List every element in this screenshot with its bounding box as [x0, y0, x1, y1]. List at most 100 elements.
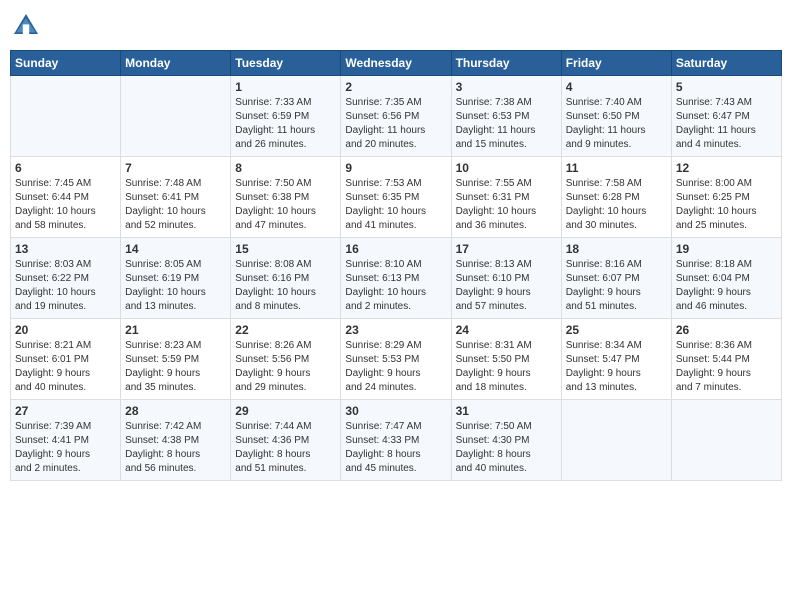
- cell-content: Sunrise: 7:42 AM Sunset: 4:38 PM Dayligh…: [125, 420, 226, 476]
- week-row-2: 6 Sunrise: 7:45 AM Sunset: 6:44 PM Daylig…: [11, 157, 782, 238]
- calendar-cell: 19Sunrise: 8:18 AM Sunset: 6:04 PM Dayli…: [671, 238, 781, 319]
- header-day-friday: Friday: [561, 51, 671, 76]
- day-number: 22: [235, 323, 336, 337]
- calendar-body: 1Sunrise: 7:33 AM Sunset: 6:59 PM Daylig…: [11, 76, 782, 481]
- day-number: 19: [676, 242, 777, 256]
- day-number: 30: [345, 404, 446, 418]
- day-number: 28: [125, 404, 226, 418]
- day-number: 7: [125, 161, 226, 175]
- cell-content: Sunrise: 8:34 AM Sunset: 5:47 PM Dayligh…: [566, 339, 667, 395]
- cell-content: Sunrise: 7:39 AM Sunset: 4:41 PM Dayligh…: [15, 420, 116, 476]
- day-number: 15: [235, 242, 336, 256]
- calendar-cell: 12 Sunrise: 8:00 AM Sunset: 6:25 PM Dayli…: [671, 157, 781, 238]
- cell-content: Sunrise: 8:05 AM Sunset: 6:19 PM Dayligh…: [125, 258, 226, 314]
- day-number: 6: [15, 161, 116, 175]
- header-row: SundayMondayTuesdayWednesdayThursdayFrid…: [11, 51, 782, 76]
- calendar-cell: 7 Sunrise: 7:48 AM Sunset: 6:41 PM Daylig…: [121, 157, 231, 238]
- day-number: 1: [235, 80, 336, 94]
- cell-content: Sunrise: 7:58 AM Sunset: 6:28 PM Dayligh…: [566, 177, 667, 233]
- calendar-cell: 8 Sunrise: 7:50 AM Sunset: 6:38 PM Daylig…: [231, 157, 341, 238]
- calendar-header: SundayMondayTuesdayWednesdayThursdayFrid…: [11, 51, 782, 76]
- calendar-cell: 20 Sunrise: 8:21 AM Sunset: 6:01 PM Dayli…: [11, 319, 121, 400]
- day-number: 18: [566, 242, 667, 256]
- calendar-cell: [561, 400, 671, 481]
- day-number: 14: [125, 242, 226, 256]
- day-number: 11: [566, 161, 667, 175]
- header-day-sunday: Sunday: [11, 51, 121, 76]
- calendar-cell: 23 Sunrise: 8:29 AM Sunset: 5:53 PM Dayli…: [341, 319, 451, 400]
- calendar-cell: [11, 76, 121, 157]
- day-number: 12: [676, 161, 777, 175]
- day-number: 3: [456, 80, 557, 94]
- cell-content: Sunrise: 8:29 AM Sunset: 5:53 PM Dayligh…: [345, 339, 446, 395]
- cell-content: Sunrise: 7:55 AM Sunset: 6:31 PM Dayligh…: [456, 177, 557, 233]
- calendar-cell: 26 Sunrise: 8:36 AM Sunset: 5:44 PM Dayli…: [671, 319, 781, 400]
- calendar-cell: 27 Sunrise: 7:39 AM Sunset: 4:41 PM Dayli…: [11, 400, 121, 481]
- page-header: [10, 10, 782, 42]
- cell-content: Sunrise: 7:38 AM Sunset: 6:53 PM Dayligh…: [456, 96, 557, 152]
- cell-content: Sunrise: 8:31 AM Sunset: 5:50 PM Dayligh…: [456, 339, 557, 395]
- calendar-cell: 4 Sunrise: 7:40 AM Sunset: 6:50 PM Daylig…: [561, 76, 671, 157]
- calendar-cell: 1Sunrise: 7:33 AM Sunset: 6:59 PM Daylig…: [231, 76, 341, 157]
- week-row-3: 13Sunrise: 8:03 AM Sunset: 6:22 PM Dayli…: [11, 238, 782, 319]
- calendar-cell: 31Sunrise: 7:50 AM Sunset: 4:30 PM Dayli…: [451, 400, 561, 481]
- cell-content: Sunrise: 8:21 AM Sunset: 6:01 PM Dayligh…: [15, 339, 116, 395]
- calendar-cell: 30Sunrise: 7:47 AM Sunset: 4:33 PM Dayli…: [341, 400, 451, 481]
- cell-content: Sunrise: 8:08 AM Sunset: 6:16 PM Dayligh…: [235, 258, 336, 314]
- logo-icon: [10, 10, 42, 42]
- day-number: 20: [15, 323, 116, 337]
- calendar-cell: 29 Sunrise: 7:44 AM Sunset: 4:36 PM Dayli…: [231, 400, 341, 481]
- cell-content: Sunrise: 8:16 AM Sunset: 6:07 PM Dayligh…: [566, 258, 667, 314]
- header-day-saturday: Saturday: [671, 51, 781, 76]
- calendar-cell: 15 Sunrise: 8:08 AM Sunset: 6:16 PM Dayli…: [231, 238, 341, 319]
- week-row-4: 20 Sunrise: 8:21 AM Sunset: 6:01 PM Dayli…: [11, 319, 782, 400]
- day-number: 8: [235, 161, 336, 175]
- cell-content: Sunrise: 8:26 AM Sunset: 5:56 PM Dayligh…: [235, 339, 336, 395]
- calendar-cell: 21 Sunrise: 8:23 AM Sunset: 5:59 PM Dayli…: [121, 319, 231, 400]
- calendar-cell: 3 Sunrise: 7:38 AM Sunset: 6:53 PM Daylig…: [451, 76, 561, 157]
- day-number: 23: [345, 323, 446, 337]
- calendar-cell: 10Sunrise: 7:55 AM Sunset: 6:31 PM Dayli…: [451, 157, 561, 238]
- cell-content: Sunrise: 7:40 AM Sunset: 6:50 PM Dayligh…: [566, 96, 667, 152]
- day-number: 21: [125, 323, 226, 337]
- cell-content: Sunrise: 8:10 AM Sunset: 6:13 PM Dayligh…: [345, 258, 446, 314]
- cell-content: Sunrise: 8:36 AM Sunset: 5:44 PM Dayligh…: [676, 339, 777, 395]
- day-number: 31: [456, 404, 557, 418]
- calendar-cell: 14 Sunrise: 8:05 AM Sunset: 6:19 PM Dayli…: [121, 238, 231, 319]
- cell-content: Sunrise: 7:50 AM Sunset: 6:38 PM Dayligh…: [235, 177, 336, 233]
- day-number: 2: [345, 80, 446, 94]
- cell-content: Sunrise: 7:53 AM Sunset: 6:35 PM Dayligh…: [345, 177, 446, 233]
- calendar-cell: 2Sunrise: 7:35 AM Sunset: 6:56 PM Daylig…: [341, 76, 451, 157]
- header-day-tuesday: Tuesday: [231, 51, 341, 76]
- cell-content: Sunrise: 8:23 AM Sunset: 5:59 PM Dayligh…: [125, 339, 226, 395]
- logo: [10, 10, 46, 42]
- day-number: 4: [566, 80, 667, 94]
- day-number: 17: [456, 242, 557, 256]
- day-number: 29: [235, 404, 336, 418]
- week-row-1: 1Sunrise: 7:33 AM Sunset: 6:59 PM Daylig…: [11, 76, 782, 157]
- cell-content: Sunrise: 8:00 AM Sunset: 6:25 PM Dayligh…: [676, 177, 777, 233]
- calendar-cell: 6 Sunrise: 7:45 AM Sunset: 6:44 PM Daylig…: [11, 157, 121, 238]
- cell-content: Sunrise: 8:03 AM Sunset: 6:22 PM Dayligh…: [15, 258, 116, 314]
- header-day-thursday: Thursday: [451, 51, 561, 76]
- day-number: 25: [566, 323, 667, 337]
- cell-content: Sunrise: 7:48 AM Sunset: 6:41 PM Dayligh…: [125, 177, 226, 233]
- cell-content: Sunrise: 8:13 AM Sunset: 6:10 PM Dayligh…: [456, 258, 557, 314]
- header-day-monday: Monday: [121, 51, 231, 76]
- calendar-cell: 11 Sunrise: 7:58 AM Sunset: 6:28 PM Dayli…: [561, 157, 671, 238]
- cell-content: Sunrise: 7:45 AM Sunset: 6:44 PM Dayligh…: [15, 177, 116, 233]
- cell-content: Sunrise: 7:43 AM Sunset: 6:47 PM Dayligh…: [676, 96, 777, 152]
- day-number: 16: [345, 242, 446, 256]
- day-number: 24: [456, 323, 557, 337]
- calendar-cell: [671, 400, 781, 481]
- calendar-cell: 9Sunrise: 7:53 AM Sunset: 6:35 PM Daylig…: [341, 157, 451, 238]
- calendar-cell: 16 Sunrise: 8:10 AM Sunset: 6:13 PM Dayli…: [341, 238, 451, 319]
- day-number: 27: [15, 404, 116, 418]
- week-row-5: 27 Sunrise: 7:39 AM Sunset: 4:41 PM Dayli…: [11, 400, 782, 481]
- calendar-table: SundayMondayTuesdayWednesdayThursdayFrid…: [10, 50, 782, 481]
- calendar-cell: 28 Sunrise: 7:42 AM Sunset: 4:38 PM Dayli…: [121, 400, 231, 481]
- calendar-cell: 25 Sunrise: 8:34 AM Sunset: 5:47 PM Dayli…: [561, 319, 671, 400]
- day-number: 26: [676, 323, 777, 337]
- cell-content: Sunrise: 7:44 AM Sunset: 4:36 PM Dayligh…: [235, 420, 336, 476]
- calendar-cell: 5Sunrise: 7:43 AM Sunset: 6:47 PM Daylig…: [671, 76, 781, 157]
